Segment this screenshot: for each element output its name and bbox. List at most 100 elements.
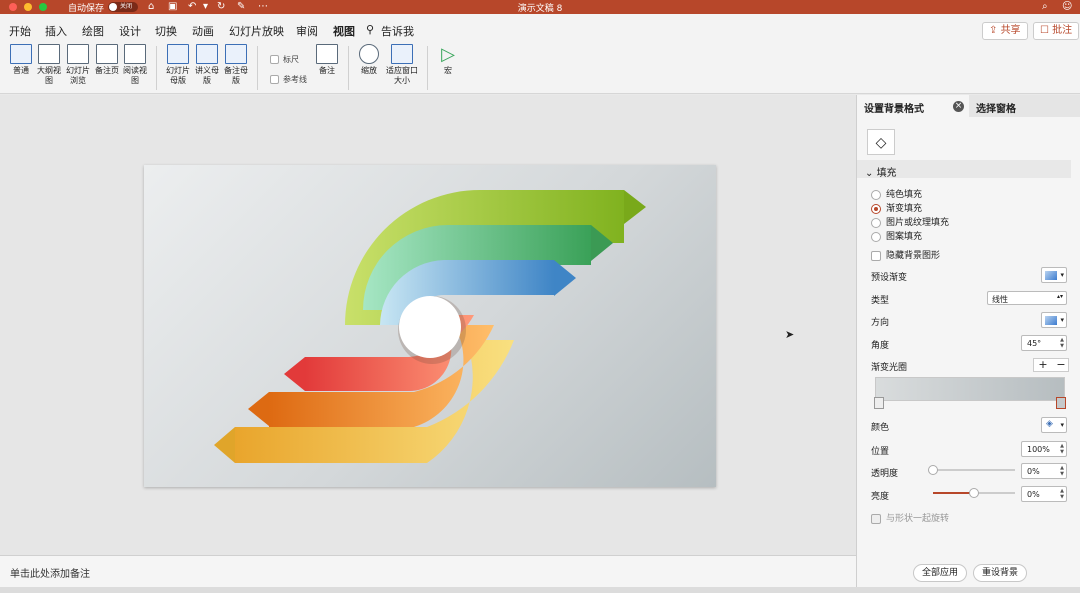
- remove-stop-button[interactable]: −: [1052, 359, 1070, 371]
- gradient-stop-start[interactable]: [874, 397, 884, 409]
- guides-checkbox[interactable]: 参考线: [270, 74, 307, 85]
- normal-view-label: 普通: [13, 66, 29, 75]
- ruler-checkbox[interactable]: 标尺: [270, 54, 299, 65]
- apply-to-all-button[interactable]: 全部应用: [913, 564, 968, 582]
- comments-button[interactable]: ☐ 批注: [1033, 22, 1080, 40]
- position-value: 100%: [1027, 445, 1050, 454]
- notes-placeholder[interactable]: 单击此处添加备注: [10, 565, 90, 580]
- reading-view-button[interactable]: 阅读视图: [120, 44, 150, 86]
- notes-master-label: 备注母版: [224, 66, 248, 85]
- paint-bucket-icon[interactable]: ◇: [867, 129, 895, 155]
- angle-label: 角度: [871, 341, 890, 351]
- transparency-stepper[interactable]: 0% ▲ ▼: [1021, 463, 1067, 479]
- rotate-with-shape-checkbox[interactable]: 与形状一起旋转: [871, 511, 949, 524]
- tab-format-background[interactable]: 设置背景格式: [864, 100, 924, 115]
- position-stepper[interactable]: 100% ▲ ▼: [1021, 441, 1067, 457]
- brightness-slider-fill: [933, 492, 974, 494]
- gradient-stop-controls: + −: [1033, 358, 1069, 372]
- add-stop-button[interactable]: +: [1034, 359, 1052, 371]
- pattern-fill-label: 图案填充: [886, 232, 923, 242]
- fit-window-button[interactable]: 适应窗口大小: [384, 44, 420, 86]
- tab-view[interactable]: 视图: [333, 23, 355, 44]
- handout-master-button[interactable]: 讲义母版: [192, 44, 222, 86]
- tab-design[interactable]: 设计: [119, 23, 141, 39]
- zoom-icon: [359, 44, 379, 64]
- gradient-stop-end[interactable]: [1056, 397, 1066, 409]
- notes-icon: [316, 44, 338, 64]
- direction-picker[interactable]: ▾: [1041, 312, 1067, 328]
- tab-transitions[interactable]: 切换: [155, 23, 177, 39]
- brightness-stepper[interactable]: 0% ▲ ▼: [1021, 486, 1067, 502]
- fit-window-label: 适应窗口大小: [386, 66, 418, 85]
- brightness-slider-knob[interactable]: [969, 488, 979, 498]
- fill-section-header[interactable]: ⌄ 填充: [857, 160, 1071, 179]
- search-icon[interactable]: ⌕: [1042, 0, 1048, 14]
- notes-master-button[interactable]: 备注母版: [221, 44, 251, 86]
- slide-canvas[interactable]: [144, 165, 716, 487]
- outline-view-button[interactable]: 大纲视图: [34, 44, 64, 86]
- slide-master-label: 幻灯片母版: [166, 66, 190, 85]
- notes-area[interactable]: 单击此处添加备注: [0, 555, 856, 587]
- format-background-pane: 设置背景格式 × 选择窗格 ◇ ⌄ 填充 纯色填充 渐变填充 图片或纹理填充 图…: [856, 95, 1080, 587]
- notes-page-button[interactable]: 备注页: [92, 44, 122, 76]
- handout-master-icon: [196, 44, 218, 64]
- picture-fill-radio[interactable]: 图片或纹理填充: [871, 215, 949, 228]
- notes-toggle-label: 备注: [319, 66, 335, 75]
- macros-button[interactable]: ▷ 宏: [433, 44, 463, 76]
- close-pane-icon[interactable]: ×: [953, 101, 964, 112]
- tab-home[interactable]: 开始: [9, 23, 31, 39]
- tab-slideshow[interactable]: 幻灯片放映: [229, 23, 284, 39]
- transparency-slider[interactable]: [928, 465, 1015, 475]
- transparency-label: 透明度: [871, 469, 899, 479]
- center-circle[interactable]: [399, 296, 461, 358]
- hide-background-checkbox[interactable]: 隐藏背景图形: [871, 248, 940, 261]
- type-select[interactable]: 线性 ▴▾: [987, 291, 1067, 305]
- tab-insert[interactable]: 插入: [45, 23, 67, 39]
- position-label: 位置: [871, 447, 890, 457]
- menu-bar: 开始 插入 绘图 设计 切换 动画 幻灯片放映 审阅 视图 ⚲ 告诉我 ⇪ 共享…: [0, 14, 1080, 44]
- brightness-label: 亮度: [871, 492, 890, 502]
- notes-master-icon: [225, 44, 247, 64]
- paint-bucket-icon: ◈: [1046, 419, 1053, 429]
- tab-tell-me[interactable]: 告诉我: [381, 23, 414, 39]
- angle-stepper[interactable]: 45° ▲ ▼: [1021, 335, 1067, 351]
- slide-sorter-button[interactable]: 幻灯片浏览: [63, 44, 93, 86]
- transparency-value: 0%: [1027, 467, 1040, 476]
- gradient-bar[interactable]: [875, 377, 1065, 401]
- tab-selection-pane[interactable]: 选择窗格: [969, 95, 1080, 117]
- guides-label: 参考线: [283, 75, 307, 84]
- fit-window-icon: [391, 44, 413, 64]
- status-bar: [0, 587, 1080, 593]
- gradient-fill-radio[interactable]: 渐变填充: [871, 201, 922, 214]
- preset-gradient-label: 预设渐变: [871, 273, 908, 283]
- preset-gradient-picker[interactable]: ▾: [1041, 267, 1067, 283]
- pattern-fill-radio[interactable]: 图案填充: [871, 229, 922, 242]
- mouse-pointer-icon: ➤: [785, 328, 795, 341]
- notes-toggle-button[interactable]: 备注: [310, 42, 344, 76]
- transparency-slider-knob[interactable]: [928, 465, 938, 475]
- slide-sorter-label: 幻灯片浏览: [66, 66, 90, 85]
- brightness-value: 0%: [1027, 490, 1040, 499]
- color-picker[interactable]: ◈ ▾: [1041, 417, 1067, 433]
- tab-draw[interactable]: 绘图: [82, 23, 104, 39]
- normal-view-icon: [10, 44, 32, 64]
- ribbon-divider: [156, 46, 157, 90]
- slide-master-button[interactable]: 幻灯片母版: [163, 44, 193, 86]
- solid-fill-radio[interactable]: 纯色填充: [871, 187, 922, 200]
- tab-animations[interactable]: 动画: [192, 23, 214, 39]
- tab-review[interactable]: 审阅: [296, 23, 318, 39]
- zoom-label: 缩放: [361, 66, 377, 75]
- tell-me-icon: ⚲: [366, 23, 375, 36]
- reading-view-icon: [124, 44, 146, 64]
- ribbon: 普通 大纲视图 幻灯片浏览 备注页 阅读视图 幻灯片母版 讲义母版 备注母版 标…: [0, 42, 1080, 94]
- brightness-slider[interactable]: [933, 488, 1015, 498]
- account-icon[interactable]: ☺: [1062, 0, 1072, 14]
- title-bar: 自动保存 关闭 ⌂ ▣ ↶ ▾ ↻ ✎ ⋯ 演示文稿 8 ⌕ ☺: [0, 0, 1080, 14]
- ribbon-divider: [257, 46, 258, 90]
- slide-workspace: [0, 95, 856, 555]
- normal-view-button[interactable]: 普通: [4, 42, 38, 76]
- share-button[interactable]: ⇪ 共享: [982, 22, 1028, 40]
- zoom-button[interactable]: 缩放: [354, 44, 384, 76]
- s-arrow-infographic[interactable]: [144, 165, 716, 487]
- reset-background-button[interactable]: 重设背景: [973, 564, 1028, 582]
